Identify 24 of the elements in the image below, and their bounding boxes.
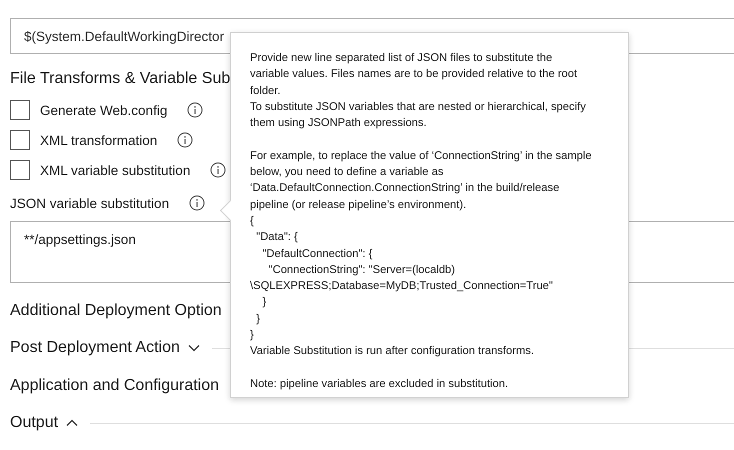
chevron-down-icon[interactable] xyxy=(188,344,200,352)
tooltip-text: Note: pipeline variables are excluded in substitution. xyxy=(250,376,510,392)
section-heading[interactable]: Application and Configuration xyxy=(10,376,220,395)
chevron-up-icon[interactable] xyxy=(66,419,78,428)
checkbox[interactable] xyxy=(10,130,30,150)
info-icon[interactable] xyxy=(187,102,204,118)
tooltip-text: Variable Substitution is run after configuration transforms. xyxy=(250,344,535,360)
section-heading[interactable]: Post Deployment Action xyxy=(10,339,180,358)
info-icon[interactable] xyxy=(177,132,194,148)
tooltip-text: For example, to replace the value of ‘ConnectionString’ in the sample below, you need to define a variable as ‘Data.DefaultConnection.ConnectionString’ in the build/release pipeline (or release pipeline’s environment). xyxy=(250,148,593,213)
checkbox[interactable] xyxy=(10,160,30,180)
checkbox[interactable] xyxy=(10,100,30,120)
section-heading[interactable]: Output xyxy=(10,414,58,432)
checkbox-label: XML transformation xyxy=(40,132,158,148)
tooltip-text: { "Data": { "DefaultConnection": { "ConnectionString": "Server=(localdb) \SQLEXPRESS;Database=MyDB;Trusted_Connection=True" } } } xyxy=(250,214,554,344)
info-icon[interactable] xyxy=(210,162,226,178)
tooltip-text: Provide new line separated list of JSON files to substitute the variable values. Files names are to be provided relative to the root folder. xyxy=(250,51,578,99)
field-label: JSON variable substitution xyxy=(10,196,170,210)
section-heading: File Transforms & Variable Sub xyxy=(10,70,230,88)
checkbox-label: XML variable substitution xyxy=(40,162,190,178)
tooltip-text: To substitute JSON variables that are nested or hierarchical, specify them using JSONPath expressions. xyxy=(250,100,587,132)
checkbox-label: Generate Web.config xyxy=(40,102,168,118)
section-heading[interactable]: Additional Deployment Option xyxy=(10,302,222,320)
info-icon[interactable] xyxy=(189,195,206,211)
